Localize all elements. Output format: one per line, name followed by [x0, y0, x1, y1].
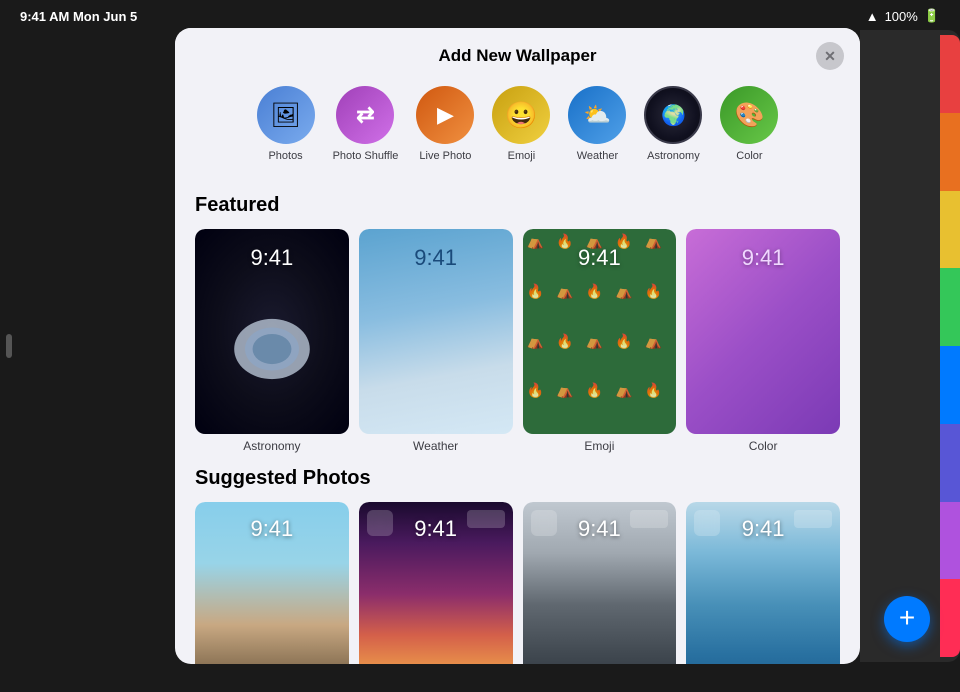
photo-shuffle-label: Photo Shuffle — [333, 150, 399, 162]
close-button[interactable]: ✕ — [816, 42, 844, 70]
suggested-photo-1[interactable]: 9:41 — [195, 502, 349, 664]
astronomy-icon: 🌍 — [644, 86, 702, 144]
left-handle — [6, 334, 12, 358]
color-preview: 9:41 — [686, 229, 840, 434]
strip-green — [940, 268, 960, 346]
suggested-photos-section: Suggested Photos 9:41 9:41 — [195, 467, 840, 664]
category-live-photo[interactable]: ▶ Live Photo — [416, 86, 474, 162]
category-photos[interactable]: 🖼 Photos — [257, 86, 315, 162]
strip-pink — [940, 579, 960, 657]
suggested-photo-4[interactable]: 9:41 — [686, 502, 840, 664]
weather-time: 9:41 — [414, 245, 457, 271]
emoji-label: Emoji — [508, 150, 536, 162]
dialog-title: Add New Wallpaper — [438, 46, 596, 66]
strip-red — [940, 35, 960, 113]
photo4-preview: 9:41 — [686, 502, 840, 664]
photo2-time: 9:41 — [359, 516, 513, 542]
astronomy-label: Astronomy — [647, 150, 700, 162]
weather-label: Weather — [577, 150, 618, 162]
photo1-time: 9:41 — [195, 516, 349, 542]
featured-grid: 9:41 Astronomy 9:41 Weather ⛺🔥⛺🔥⛺ — [195, 229, 840, 453]
live-photo-icon: ▶ — [416, 86, 474, 144]
battery-indicator: 100% — [885, 9, 918, 24]
category-weather[interactable]: ⛅ Weather — [568, 86, 626, 162]
suggested-photos-title: Suggested Photos — [195, 467, 840, 490]
featured-weather-card[interactable]: 9:41 Weather — [359, 229, 513, 453]
suggested-photo-2[interactable]: 9:41 — [359, 502, 513, 664]
strip-blue — [940, 346, 960, 424]
category-emoji[interactable]: 😀 Emoji — [492, 86, 550, 162]
category-row: 🖼 Photos ⇄ Photo Shuffle ▶ Live Photo 😀 … — [175, 76, 860, 180]
status-time: 9:41 AM Mon Jun 5 — [20, 9, 137, 24]
status-bar: 9:41 AM Mon Jun 5 ▲ 100% 🔋 — [0, 8, 960, 24]
photo1-preview: 9:41 — [195, 502, 349, 664]
suggested-photos-grid: 9:41 9:41 — [195, 502, 840, 664]
add-wallpaper-button[interactable]: + — [884, 596, 930, 642]
astronomy-card-label: Astronomy — [195, 439, 349, 453]
live-photo-label: Live Photo — [419, 150, 471, 162]
photo-shuffle-icon: ⇄ — [336, 86, 394, 144]
photo3-preview: 9:41 — [523, 502, 677, 664]
add-wallpaper-dialog: Add New Wallpaper ✕ 🖼 Photos ⇄ Photo Shu… — [175, 28, 860, 664]
emoji-card-label: Emoji — [523, 439, 677, 453]
weather-icon: ⛅ — [568, 86, 626, 144]
astronomy-preview: 9:41 — [195, 229, 349, 434]
color-card-label: Color — [686, 439, 840, 453]
featured-astronomy-card[interactable]: 9:41 Astronomy — [195, 229, 349, 453]
plus-icon: + — [899, 604, 915, 632]
strip-yellow — [940, 191, 960, 269]
category-photo-shuffle[interactable]: ⇄ Photo Shuffle — [333, 86, 399, 162]
category-astronomy[interactable]: 🌍 Astronomy — [644, 86, 702, 162]
emoji-icon-cat: 😀 — [492, 86, 550, 144]
photos-icon: 🖼 — [257, 86, 315, 144]
astronomy-time: 9:41 — [250, 245, 293, 271]
color-label: Color — [736, 150, 762, 162]
featured-title: Featured — [195, 194, 840, 217]
battery-icon: 🔋 — [924, 8, 940, 24]
photo3-time: 9:41 — [523, 516, 677, 542]
photos-label: Photos — [268, 150, 302, 162]
strip-orange — [940, 113, 960, 191]
weather-card-label: Weather — [359, 439, 513, 453]
featured-section: Featured 9:41 Astronomy 9:41 Weather — [195, 194, 840, 453]
category-color[interactable]: 🎨 Color — [720, 86, 778, 162]
status-right: ▲ 100% 🔋 — [866, 8, 940, 24]
color-strips — [940, 35, 960, 657]
color-time: 9:41 — [742, 245, 785, 271]
featured-emoji-card[interactable]: ⛺🔥⛺🔥⛺ 🔥⛺🔥⛺🔥 ⛺🔥⛺🔥⛺ 🔥⛺🔥⛺🔥 9:41 Emoji — [523, 229, 677, 453]
photo4-time: 9:41 — [686, 516, 840, 542]
strip-purple — [940, 502, 960, 580]
featured-color-card[interactable]: 9:41 Color — [686, 229, 840, 453]
emoji-preview: ⛺🔥⛺🔥⛺ 🔥⛺🔥⛺🔥 ⛺🔥⛺🔥⛺ 🔥⛺🔥⛺🔥 9:41 — [523, 229, 677, 434]
suggested-photo-3[interactable]: 9:41 — [523, 502, 677, 664]
photo2-preview: 9:41 — [359, 502, 513, 664]
dialog-header: Add New Wallpaper ✕ — [175, 28, 860, 76]
weather-preview: 9:41 — [359, 229, 513, 434]
close-icon: ✕ — [824, 48, 836, 65]
color-icon: 🎨 — [720, 86, 778, 144]
wifi-icon: ▲ — [866, 9, 879, 24]
emoji-time: 9:41 — [523, 245, 677, 271]
strip-indigo — [940, 424, 960, 502]
dialog-content[interactable]: Featured 9:41 Astronomy 9:41 Weather — [175, 180, 860, 664]
